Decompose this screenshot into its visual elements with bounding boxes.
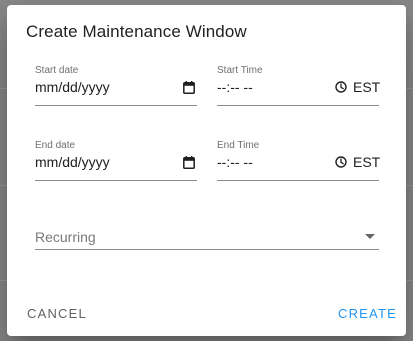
create-maintenance-window-dialog: Create Maintenance Window Start date mm/… [7,5,406,336]
dropdown-arrow-icon[interactable] [365,233,375,239]
start-date-label: Start date [35,65,79,76]
recurring-select[interactable]: Recurring [35,229,379,250]
start-time-underline [217,105,379,106]
start-time-timezone: EST [353,79,381,95]
start-date-underline [35,105,197,106]
end-date-input[interactable]: mm/dd/yyyy [35,154,110,170]
calendar-icon[interactable] [182,155,196,169]
clock-icon[interactable] [334,155,348,169]
end-time-field[interactable]: End Time --:-- -- EST [217,140,381,181]
start-time-input[interactable]: --:-- -- [217,79,253,95]
end-date-label: End date [35,140,76,151]
start-date-field[interactable]: Start date mm/dd/yyyy [35,65,197,106]
recurring-placeholder: Recurring [35,229,96,245]
modal-backdrop[interactable]: Create Maintenance Window Start date mm/… [0,0,413,341]
start-time-label: Start Time [217,65,263,76]
end-date-underline [35,180,197,181]
cancel-button[interactable]: CANCEL [27,306,87,321]
end-time-input[interactable]: --:-- -- [217,154,253,170]
end-time-underline [217,180,379,181]
clock-icon[interactable] [334,80,348,94]
end-time-label: End Time [217,140,260,151]
create-button[interactable]: CREATE [338,306,397,321]
start-time-field[interactable]: Start Time --:-- -- EST [217,65,381,106]
dialog-title: Create Maintenance Window [26,22,247,41]
end-date-field[interactable]: End date mm/dd/yyyy [35,140,197,181]
calendar-icon[interactable] [182,80,196,94]
recurring-underline [35,249,379,250]
start-date-input[interactable]: mm/dd/yyyy [35,79,110,95]
end-time-timezone: EST [353,154,381,170]
